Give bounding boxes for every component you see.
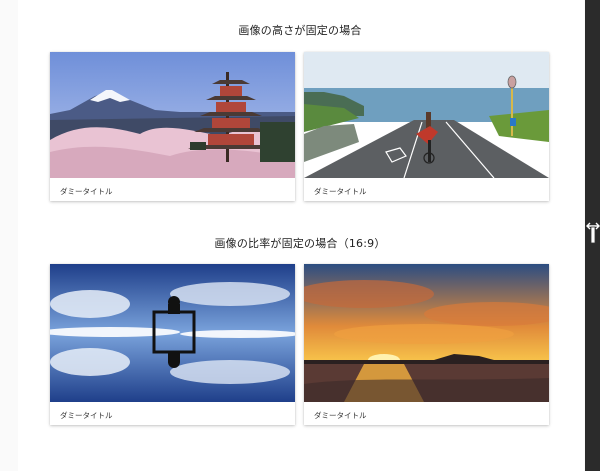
card-image-cyclist: [304, 52, 549, 178]
section-title-fixed-ratio: 画像の比率が固定の場合（16:9）: [214, 237, 386, 250]
card-sky-mirror[interactable]: ダミータイトル: [50, 264, 295, 425]
card-image-fuji: [50, 52, 295, 178]
card-caption: ダミータイトル: [314, 187, 367, 196]
card-cyclist[interactable]: ダミータイトル: [304, 52, 549, 201]
section-title-fixed-height: 画像の高さが固定の場合: [238, 24, 362, 37]
card-image-sunset: [304, 264, 549, 402]
card-sunset[interactable]: ダミータイトル: [304, 264, 549, 425]
card-caption: ダミータイトル: [60, 411, 113, 420]
card-caption: ダミータイトル: [60, 187, 113, 196]
card-fuji[interactable]: ダミータイトル: [50, 52, 295, 201]
card-caption: ダミータイトル: [314, 411, 367, 420]
card-image-sky-mirror: [50, 264, 295, 402]
